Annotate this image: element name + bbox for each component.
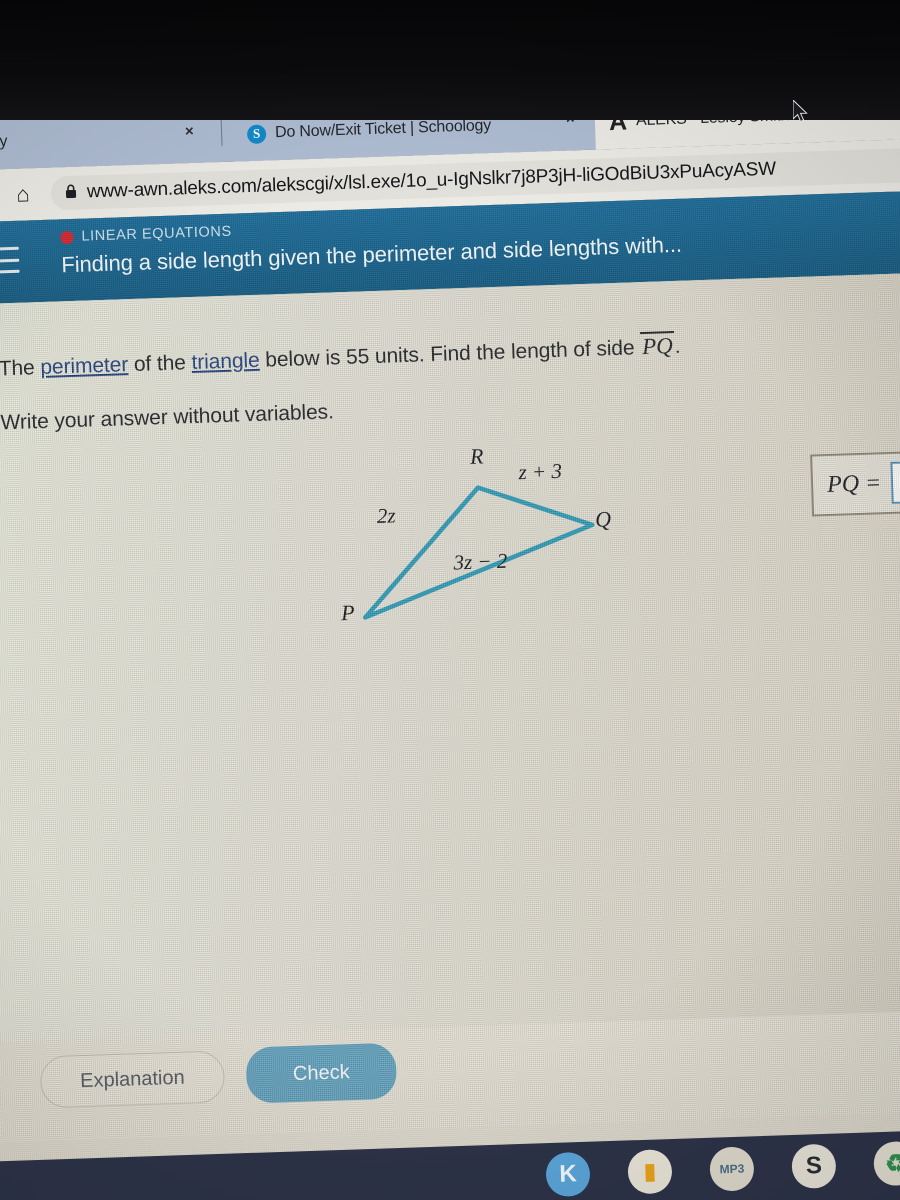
check-button[interactable]: Check bbox=[245, 1042, 398, 1104]
tab-close-icon[interactable]: × bbox=[566, 110, 575, 127]
glossary-link-triangle[interactable]: triangle bbox=[191, 349, 260, 374]
taskbar-dock: K ▮ MP3 S ♻ bbox=[545, 1140, 900, 1198]
question-text-a: The bbox=[0, 356, 41, 381]
vertex-label-r: R bbox=[469, 443, 484, 469]
segment-pq-notation: PQ bbox=[639, 331, 676, 360]
topic-row: LINEAR EQUATIONS bbox=[60, 224, 232, 246]
answer-box[interactable]: PQ = bbox=[810, 448, 900, 517]
question-text-c: below is 55 units. Find the length of si… bbox=[259, 336, 641, 372]
question-text-d: . bbox=[674, 334, 681, 359]
aleks-icon: A bbox=[608, 106, 628, 136]
vertex-label-p: P bbox=[340, 599, 355, 626]
side-label-rq: z + 3 bbox=[518, 458, 563, 485]
browser-tab-aleks[interactable]: A ALEKS - Lesley Smith - Learn bbox=[594, 83, 900, 150]
mouse-cursor-icon bbox=[792, 98, 809, 124]
tab-close-icon[interactable]: × bbox=[185, 123, 194, 140]
tab-divider bbox=[220, 119, 223, 146]
action-bar: Explanation Check bbox=[0, 1008, 900, 1143]
side-label-pr: 2z bbox=[376, 503, 396, 528]
aleks-app: LINEAR EQUATIONS Finding a side length g… bbox=[0, 189, 900, 1200]
lock-icon bbox=[65, 183, 78, 202]
answer-input[interactable] bbox=[890, 459, 900, 504]
home-icon: ⌂ bbox=[15, 181, 31, 207]
skype-icon[interactable]: S bbox=[791, 1143, 837, 1189]
question-line-1: The perimeter of the triangle below is 5… bbox=[0, 331, 681, 382]
explanation-button[interactable]: Explanation bbox=[39, 1050, 226, 1109]
topic-category-label: LINEAR EQUATIONS bbox=[81, 223, 232, 245]
tab-title: ALEKS - Lesley Smith - Learn bbox=[635, 105, 844, 130]
tab-title: idIdentity bbox=[0, 133, 8, 153]
topic-bullet-icon bbox=[60, 230, 74, 244]
problem-page: The perimeter of the triangle below is 5… bbox=[0, 271, 900, 1143]
answer-label: PQ = bbox=[826, 469, 882, 498]
glossary-link-perimeter[interactable]: perimeter bbox=[40, 353, 129, 379]
vertex-label-q: Q bbox=[594, 506, 612, 532]
screenshot-root: idIdentity × S Do Now/Exit Ticket | Scho… bbox=[0, 0, 900, 1200]
mp3-icon[interactable]: MP3 bbox=[709, 1146, 755, 1192]
question-line-2: Write your answer without variables. bbox=[0, 400, 335, 435]
address-bar-url: www-awn.aleks.com/alekscgi/x/lsl.exe/1o_… bbox=[86, 158, 777, 203]
tab-title: Do Now/Exit Ticket | Schoology bbox=[274, 116, 492, 142]
recycle-icon[interactable]: ♻ bbox=[873, 1140, 900, 1187]
hamburger-menu-icon[interactable] bbox=[0, 246, 20, 274]
question-text-b: of the bbox=[127, 351, 192, 377]
schoology-icon: S bbox=[246, 123, 267, 144]
kahoot-icon[interactable]: K bbox=[545, 1151, 591, 1198]
side-label-pq: 3z − 2 bbox=[453, 548, 508, 575]
screen-content: idIdentity × S Do Now/Exit Ticket | Scho… bbox=[0, 79, 900, 1200]
lightbulb-icon[interactable]: ▮ bbox=[627, 1148, 673, 1195]
triangle-figure: P R Q 2z z + 3 3z − 2 bbox=[311, 432, 648, 653]
home-button[interactable]: ⌂ bbox=[2, 174, 43, 215]
